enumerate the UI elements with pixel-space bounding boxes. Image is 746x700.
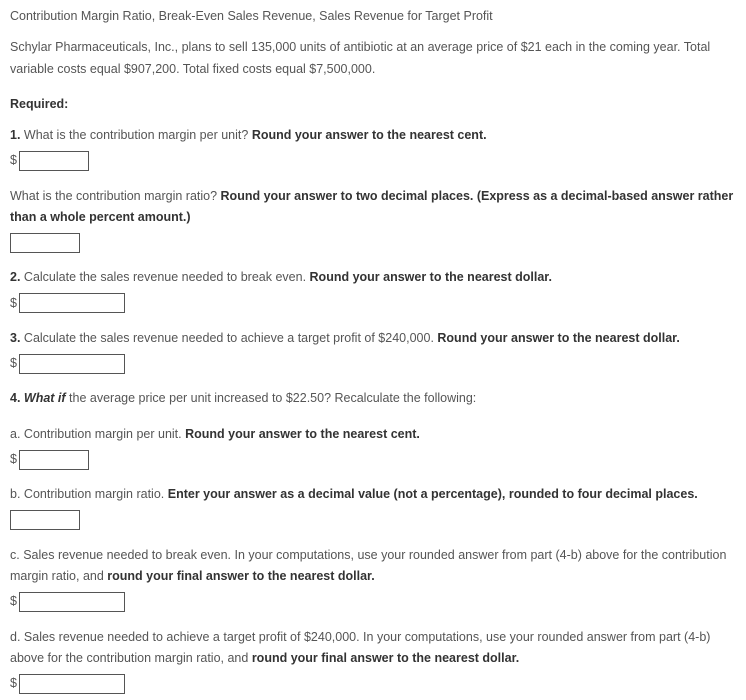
problem-statement: Schylar Pharmaceuticals, Inc., plans to … [10,37,736,80]
q4a-input[interactable] [19,450,89,470]
q4b-text: Contribution margin ratio. [20,487,167,501]
q3-bold: Round your answer to the nearest dollar. [437,331,679,345]
required-heading: Required: [10,94,736,115]
question-4b: b. Contribution margin ratio. Enter your… [10,484,736,505]
question-4a: a. Contribution margin per unit. Round y… [10,424,736,445]
q1-prefix: $ [10,153,17,167]
q4d-prefix: $ [10,676,17,690]
q4a-input-row: $ [10,449,736,470]
q2-input-row: $ [10,293,736,314]
q3-number: 3. [10,331,20,345]
q3-text: Calculate the sales revenue needed to ac… [20,331,437,345]
q4-number: 4. [10,391,20,405]
q1-bold: Round your answer to the nearest cent. [252,128,487,142]
q2-bold: Round your answer to the nearest dollar. [310,270,552,284]
q4d-number: d. [10,630,20,644]
q1-number: 1. [10,128,20,142]
q4b-input[interactable] [10,510,80,530]
q4a-number: a. [10,427,20,441]
q4c-prefix: $ [10,594,17,608]
q1-input[interactable] [19,151,89,171]
page-title: Contribution Margin Ratio, Break-Even Sa… [10,6,736,27]
q4c-input-row: $ [10,591,736,612]
q4b-number: b. [10,487,20,501]
q3-input[interactable] [19,354,125,374]
q1b-input[interactable] [10,233,80,253]
q4a-bold: Round your answer to the nearest cent. [185,427,420,441]
q4-whatif: What if [20,391,65,405]
q4c-input[interactable] [19,592,125,612]
q4b-input-row [10,510,736,531]
q2-prefix: $ [10,296,17,310]
q4a-prefix: $ [10,452,17,466]
q2-text: Calculate the sales revenue needed to br… [20,270,309,284]
q4c-bold: round your final answer to the nearest d… [107,569,374,583]
q4c-number: c. [10,548,20,562]
question-1b: What is the contribution margin ratio? R… [10,186,736,229]
q3-prefix: $ [10,356,17,370]
q4b-bold: Enter your answer as a decimal value (no… [168,487,698,501]
q4a-text: Contribution margin per unit. [20,427,185,441]
q2-number: 2. [10,270,20,284]
q1-text: What is the contribution margin per unit… [20,128,251,142]
question-3: 3. Calculate the sales revenue needed to… [10,328,736,349]
q4d-bold: round your final answer to the nearest d… [252,651,519,665]
q2-input[interactable] [19,293,125,313]
q4d-input[interactable] [19,674,125,694]
question-4d: d. Sales revenue needed to achieve a tar… [10,627,736,670]
q4-text: the average price per unit increased to … [66,391,477,405]
q1-input-row: $ [10,150,736,171]
q1b-input-row [10,232,736,253]
q4d-input-row: $ [10,673,736,694]
q1b-text: What is the contribution margin ratio? [10,189,221,203]
question-1: 1. What is the contribution margin per u… [10,125,736,146]
question-2: 2. Calculate the sales revenue needed to… [10,267,736,288]
question-4: 4. What if the average price per unit in… [10,388,736,409]
question-4c: c. Sales revenue needed to break even. I… [10,545,736,588]
q3-input-row: $ [10,353,736,374]
